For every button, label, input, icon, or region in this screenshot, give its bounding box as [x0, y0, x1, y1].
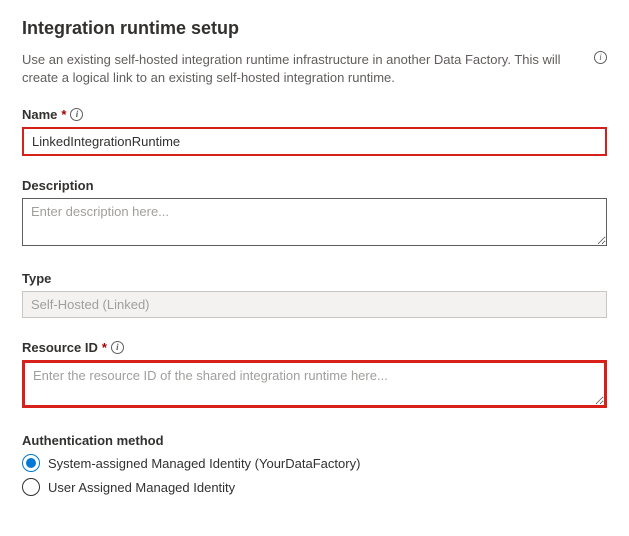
type-value: Self-Hosted (Linked) — [22, 291, 607, 318]
description-label: Description — [22, 178, 607, 193]
radio-selected-icon — [22, 454, 40, 472]
description-input[interactable] — [22, 198, 607, 246]
auth-option-system[interactable]: System-assigned Managed Identity (YourDa… — [22, 454, 607, 472]
info-icon[interactable]: i — [111, 341, 124, 354]
auth-option-label: User Assigned Managed Identity — [48, 480, 235, 495]
resource-id-input[interactable] — [22, 360, 607, 408]
auth-method-label: Authentication method — [22, 433, 607, 448]
type-label: Type — [22, 271, 607, 286]
name-input[interactable] — [22, 127, 607, 156]
auth-option-user[interactable]: User Assigned Managed Identity — [22, 478, 607, 496]
page-title: Integration runtime setup — [22, 18, 607, 39]
info-icon[interactable]: i — [70, 108, 83, 121]
auth-option-label: System-assigned Managed Identity (YourDa… — [48, 456, 360, 471]
info-icon[interactable]: i — [594, 51, 607, 64]
name-label: Name * i — [22, 107, 607, 122]
radio-unselected-icon — [22, 478, 40, 496]
page-subtitle: Use an existing self-hosted integration … — [22, 51, 588, 87]
resource-id-label: Resource ID * i — [22, 340, 607, 355]
